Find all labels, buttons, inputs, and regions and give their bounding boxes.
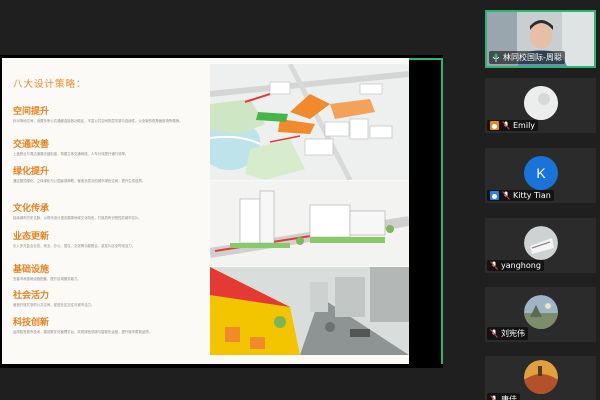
participant-name: 唐佳 [501, 395, 517, 400]
participant-name: Kitty Tian [513, 191, 551, 200]
meeting-window: 八大设计策略： 空间提升 针对场地空间，设置多条公共通廊连接各功能区，丰富公共空… [0, 0, 600, 400]
mic-muted-icon [490, 395, 496, 400]
participant-tile-kitty-tian[interactable]: K Kitty Tian [485, 148, 596, 203]
avatar-letter: K [524, 156, 558, 190]
strategy-2: 交通改善 上盖物业与周边道路无缝衔接，构建立体交通网络，人车分流提升通行效率。 [13, 140, 209, 162]
mic-muted-icon [502, 191, 510, 200]
participant-name-row: yanghong [487, 260, 544, 271]
mic-muted-icon [502, 121, 510, 130]
strategy-5: 业态更新 引入多元复合业态，商业、办公、居住、文化等功能融合，激发片区全时段活力… [13, 232, 209, 254]
participant-tile-speaker[interactable]: 林同校国际-周聪 [485, 10, 596, 68]
participant-name: 林同校国际-周聪 [503, 53, 562, 62]
share-active-border [409, 58, 443, 364]
participant-name-row: Kitty Tian [487, 190, 554, 201]
avatar [524, 295, 558, 329]
strategy-7: 社会活力 营造开放共享的公共空间，促进社区交往与城市活力。 [13, 291, 209, 313]
participant-tile-liu[interactable]: 刘宪伟 [485, 287, 596, 342]
strategy-heading: 空间提升 [13, 107, 50, 117]
strategy-desc: 上盖物业与周边道路无缝衔接，构建立体交通网络，人车分流提升通行效率。 [13, 152, 129, 156]
participant-name: 刘宪伟 [501, 329, 525, 338]
strategy-desc: 引入多元复合业态，商业、办公、居住、文化等功能融合，激发片区全时段活力。 [13, 244, 136, 248]
mic-on-icon [492, 53, 500, 62]
strategy-1: 空间提升 针对场地空间，设置多条公共通廊连接各功能区，丰富公共空间的层次感与连续… [13, 107, 209, 129]
strategy-desc: 通过屋顶绿化、立体绿化与公园景观串联，营造多层次的城市绿色空间，提升生态品质。 [13, 179, 146, 183]
strategy-3: 绿化提升 通过屋顶绿化、立体绿化与公园景观串联，营造多层次的城市绿色空间，提升生… [13, 167, 209, 189]
strategy-heading: 文化传承 [13, 204, 50, 214]
strategy-heading: 科技创新 [13, 318, 50, 328]
slide-title: 八大设计策略： [13, 79, 87, 90]
building-section-image [210, 181, 409, 266]
strategy-desc: 完善市政基础设施配套，提升区域服务能力。 [13, 277, 81, 281]
strategy-heading: 绿化提升 [13, 167, 50, 177]
strategy-desc: 延续城市历史文脉，以现代设计语言展现地域文化特色，打造具有识别性的城市名片。 [13, 216, 142, 220]
strategy-6: 基础设施 完善市政基础设施配套，提升区域服务能力。 [13, 265, 209, 287]
avatar [524, 86, 558, 120]
aerial-masterplan-image [210, 64, 409, 180]
strategy-heading: 社会活力 [13, 291, 50, 301]
strategy-desc: 运用智慧城市技术，建设数字化管理平台，实现绿色低碳与智能化运营，提升城市更新品质… [13, 330, 153, 334]
mic-muted-icon [490, 261, 498, 270]
user-icon [490, 191, 499, 200]
strategy-desc: 营造开放共享的公共空间，促进社区交往与城市活力。 [13, 303, 95, 307]
user-icon [490, 121, 499, 130]
strategy-heading: 业态更新 [13, 232, 50, 242]
participant-name-row: 林同校国际-周聪 [489, 51, 565, 64]
mic-muted-icon [490, 329, 498, 338]
participant-name-row: Emily [487, 120, 539, 131]
participant-name-row: 刘宪伟 [487, 327, 528, 340]
street-perspective-image [210, 267, 409, 355]
presentation-slide: 八大设计策略： 空间提升 针对场地空间，设置多条公共通廊连接各功能区，丰富公共空… [2, 58, 409, 364]
participant-tile-tang[interactable]: 唐佳 [485, 356, 596, 400]
strategy-4: 文化传承 延续城市历史文脉，以现代设计语言展现地域文化特色，打造具有识别性的城市… [13, 204, 209, 226]
participant-tile-yanghong[interactable]: yanghong [485, 218, 596, 273]
strategy-heading: 基础设施 [13, 265, 50, 275]
participant-name: Emily [513, 121, 536, 130]
participant-tile-emily[interactable]: Emily [485, 78, 596, 133]
strategy-desc: 针对场地空间，设置多条公共通廊连接各功能区，丰富公共空间的层次感与连续性，以全新… [13, 119, 183, 123]
participant-name: yanghong [501, 261, 541, 270]
strategy-8: 科技创新 运用智慧城市技术，建设数字化管理平台，实现绿色低碳与智能化运营，提升城… [13, 318, 209, 340]
strategy-heading: 交通改善 [13, 140, 50, 150]
avatar [524, 226, 558, 260]
participant-name-row: 唐佳 [487, 393, 520, 400]
shared-screen: 八大设计策略： 空间提升 针对场地空间，设置多条公共通廊连接各功能区，丰富公共空… [0, 55, 443, 368]
avatar [524, 360, 558, 394]
